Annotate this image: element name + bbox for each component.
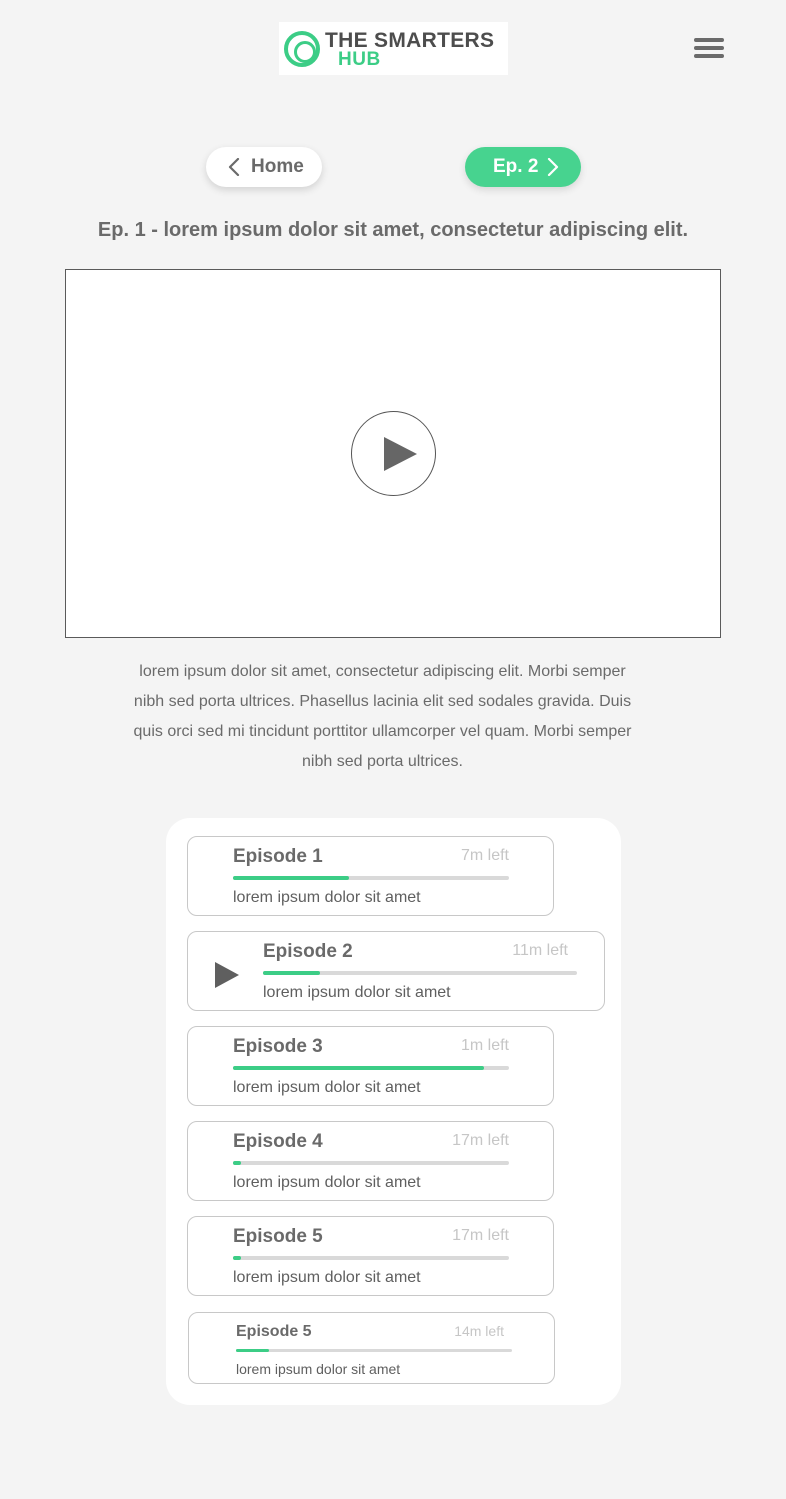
- episode-title: Episode 1: [233, 846, 323, 867]
- episode-progress-fill: [233, 876, 349, 880]
- episode-progress-fill: [233, 1066, 485, 1070]
- episode-progress-track: [233, 1161, 509, 1165]
- episode-title: Episode 4: [233, 1131, 323, 1152]
- episode-desc: lorem ipsum dolor sit amet: [233, 1174, 421, 1191]
- next-episode-button[interactable]: Ep. 2: [465, 147, 581, 187]
- episode-progress-fill: [233, 1256, 242, 1260]
- episode-desc: lorem ipsum dolor sit amet: [233, 889, 421, 906]
- next-episode-label: Ep. 2: [493, 156, 539, 177]
- hamburger-menu-icon[interactable]: [694, 38, 724, 62]
- episode-progress-track: [233, 1256, 509, 1260]
- episode-time-left: 17m left: [452, 1227, 509, 1244]
- home-button[interactable]: Home: [206, 147, 322, 187]
- episode-progress-fill: [236, 1349, 270, 1352]
- episode-progress-track: [236, 1349, 512, 1352]
- chevron-left-icon: [228, 158, 240, 176]
- episode-item-4[interactable]: Episode 4 17m left lorem ipsum dolor sit…: [187, 1121, 554, 1201]
- episode-title: Episode 5: [236, 1323, 312, 1340]
- episode-time-left: 14m left: [454, 1323, 504, 1339]
- page-title: Ep. 1 - lorem ipsum dolor sit amet, cons…: [97, 219, 689, 241]
- episode-item-1[interactable]: Episode 1 7m left lorem ipsum dolor sit …: [187, 836, 554, 916]
- episode-list: Episode 1 7m left lorem ipsum dolor sit …: [166, 818, 621, 1405]
- episode-progress-track: [233, 1066, 509, 1070]
- episode-item-2[interactable]: Episode 2 11m left lorem ipsum dolor sit…: [187, 931, 605, 1011]
- video-player[interactable]: [65, 269, 721, 638]
- episode-title: Episode 5: [233, 1226, 323, 1247]
- episode-description: lorem ipsum dolor sit amet, consectetur …: [133, 663, 632, 770]
- episode-progress-fill: [233, 1161, 242, 1165]
- episode-progress-fill: [263, 971, 320, 975]
- home-button-label: Home: [251, 156, 304, 177]
- episode-progress-track: [263, 971, 577, 975]
- logo-line-2: HUB: [338, 49, 381, 70]
- episode-time-left: 1m left: [460, 1037, 509, 1054]
- chevron-right-icon: [547, 158, 559, 176]
- episode-desc: lorem ipsum dolor sit amet: [236, 1361, 401, 1377]
- episode-title: Episode 2: [263, 941, 353, 962]
- episode-desc: lorem ipsum dolor sit amet: [233, 1079, 421, 1096]
- episode-item-5[interactable]: Episode 5 17m left lorem ipsum dolor sit…: [187, 1216, 554, 1296]
- play-icon: [215, 962, 239, 988]
- episode-desc: lorem ipsum dolor sit amet: [263, 984, 451, 1001]
- logo-ring-icon: [284, 31, 320, 67]
- play-icon[interactable]: [351, 411, 436, 496]
- episode-progress-track: [233, 876, 509, 880]
- episode-item-6[interactable]: Episode 5 14m left lorem ipsum dolor sit…: [188, 1312, 555, 1384]
- episode-title: Episode 3: [233, 1036, 323, 1057]
- episode-time-left: 17m left: [452, 1132, 509, 1149]
- episode-time-left: 11m left: [512, 942, 568, 959]
- brand-logo[interactable]: THE SMARTERS HUB: [279, 22, 508, 75]
- episode-time-left: 7m left: [460, 847, 509, 864]
- episode-desc: lorem ipsum dolor sit amet: [233, 1269, 421, 1286]
- episode-item-3[interactable]: Episode 3 1m left lorem ipsum dolor sit …: [187, 1026, 554, 1106]
